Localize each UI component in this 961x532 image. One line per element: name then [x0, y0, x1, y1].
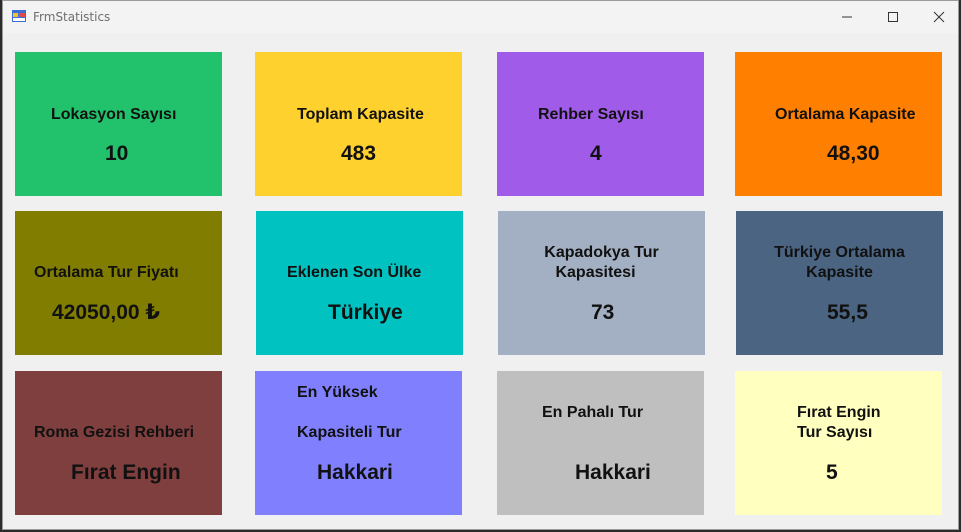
tile-label: En Pahalı Tur [542, 404, 644, 421]
tile-lokasyon-sayisi: Lokasyon Sayısı 10 [15, 52, 222, 196]
tile-value: 55,5 [827, 301, 868, 324]
minimize-icon [842, 16, 852, 18]
tile-en-yuksek-kapasiteli-tur: En Yüksek Kapasiteli Tur Hakkari [255, 371, 462, 515]
tile-label: Ortalama Kapasite [775, 106, 916, 123]
frm-statistics-window: FrmStatistics Lokasyon Sayısı 10 Toplam … [2, 0, 959, 530]
tile-value: 42050,00 ₺ [52, 301, 161, 324]
tile-ortalama-tur-fiyati: Ortalama Tur Fiyatı 42050,00 ₺ [15, 211, 222, 355]
tile-value: Fırat Engin [71, 461, 181, 484]
tile-label: Eklenen Son Ülke [287, 264, 422, 281]
tile-label-line2: Kapasiteli Tur [297, 424, 402, 441]
tile-value: 4 [590, 142, 602, 165]
tile-value: 73 [591, 301, 615, 324]
tile-label: Rehber Sayısı [538, 106, 644, 123]
maximize-button[interactable] [870, 1, 916, 33]
tile-roma-gezisi-rehberi: Roma Gezisi Rehberi Fırat Engin [15, 371, 222, 515]
tile-label: Roma Gezisi Rehberi [34, 424, 195, 441]
tile-label: Lokasyon Sayısı [51, 106, 177, 123]
tile-en-pahali-tur: En Pahalı Tur Hakkari [497, 371, 704, 515]
tile-ortalama-kapasite: Ortalama Kapasite 48,30 [735, 52, 942, 196]
tile-label-line2: Kapasite [806, 264, 873, 281]
tile-turkiye-ortalama-kapasite: Türkiye Ortalama Kapasite 55,5 [736, 211, 943, 355]
tile-eklenen-son-ulke: Eklenen Son Ülke Türkiye [256, 211, 463, 355]
close-icon [933, 11, 945, 23]
tile-label-line1: Kapadokya Tur [544, 244, 659, 261]
tile-rehber-sayisi: Rehber Sayısı 4 [497, 52, 704, 196]
maximize-icon [888, 12, 898, 22]
tile-firat-engin-tur-sayisi: Fırat Engin Tur Sayısı 5 [735, 371, 942, 515]
form-icon [12, 10, 26, 22]
tile-label-line2: Kapasitesi [555, 264, 636, 281]
tile-label-line1: Türkiye Ortalama [774, 244, 905, 261]
tile-toplam-kapasite: Toplam Kapasite 483 [255, 52, 462, 196]
window-title: FrmStatistics [33, 10, 111, 24]
title-bar[interactable]: FrmStatistics [3, 1, 958, 33]
tile-label-line2: Tur Sayısı [797, 424, 873, 441]
tile-value: 483 [341, 142, 377, 165]
tile-value: Hakkari [575, 461, 651, 484]
tile-label-line1: En Yüksek [297, 384, 378, 401]
tile-value: Türkiye [328, 301, 403, 324]
tile-value: 48,30 [827, 142, 880, 165]
tile-value: 5 [826, 461, 838, 484]
tile-label: Toplam Kapasite [297, 106, 424, 123]
tile-value: 10 [105, 142, 129, 165]
close-button[interactable] [916, 1, 961, 33]
tile-kapadokya-tur-kapasitesi: Kapadokya Tur Kapasitesi 73 [498, 211, 705, 355]
tile-label: Ortalama Tur Fiyatı [34, 264, 179, 281]
tile-value: Hakkari [317, 461, 393, 484]
tile-label-line1: Fırat Engin [797, 404, 881, 421]
minimize-button[interactable] [824, 1, 870, 33]
